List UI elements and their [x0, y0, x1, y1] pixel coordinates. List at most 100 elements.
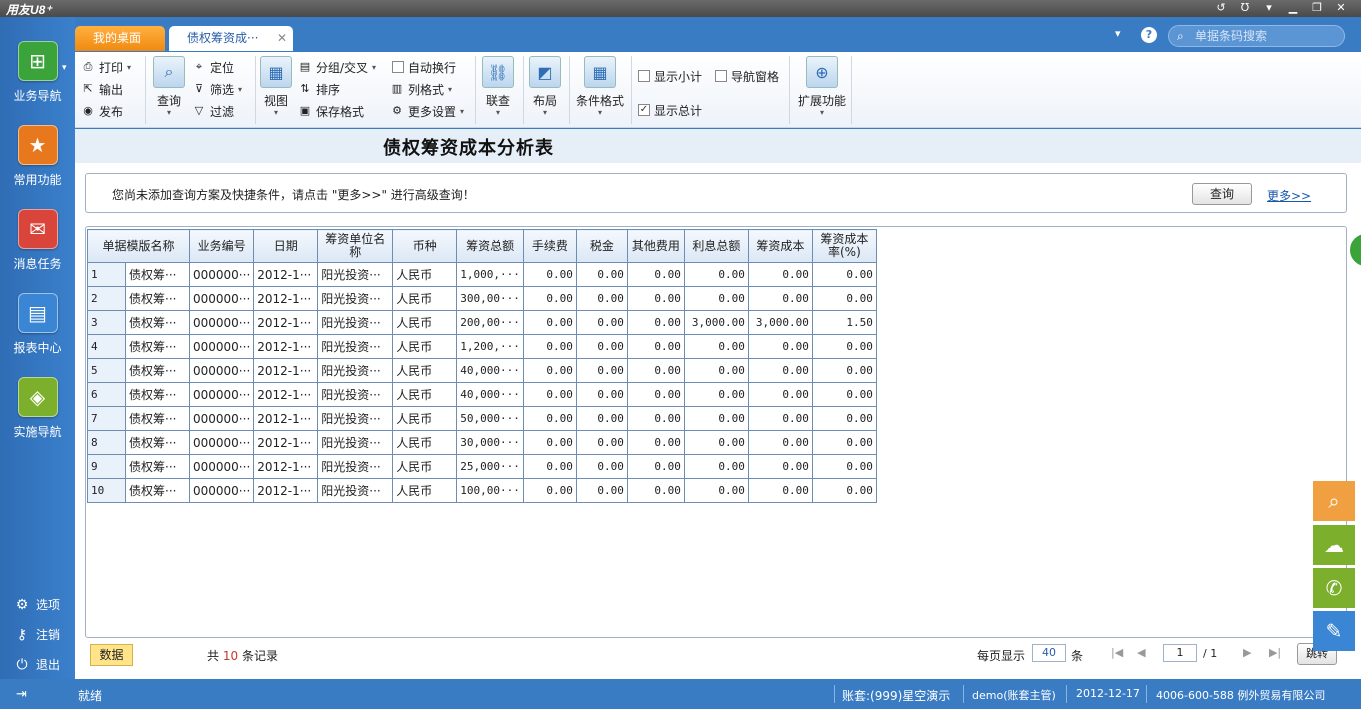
last-page-icon[interactable]: ▶| [1269, 646, 1281, 659]
conditional-format-button[interactable]: ▦ 条件格式 ▾ [573, 56, 627, 117]
table-cell[interactable]: 0.00 [626, 310, 685, 335]
table-cell[interactable]: 0.00 [811, 262, 877, 287]
table-cell[interactable]: 0.00 [747, 286, 813, 311]
restore-icon[interactable]: ❐ [1305, 1, 1329, 14]
chevron-down-icon[interactable]: ▾ [1115, 27, 1121, 40]
table-cell[interactable]: 0.00 [811, 430, 877, 455]
table-cell[interactable]: 0.00 [575, 478, 628, 503]
table-cell[interactable]: 0.00 [626, 382, 685, 407]
table-cell[interactable]: 0.00 [522, 286, 577, 311]
sift-button[interactable]: ▽ 过滤 [192, 101, 234, 121]
cloud-icon[interactable]: ☁ [1313, 525, 1355, 565]
checkbox-checked[interactable]: ✓ [638, 104, 650, 116]
table-cell[interactable]: 2012-1··· [253, 334, 319, 359]
table-cell[interactable]: 0.00 [522, 262, 577, 287]
table-cell[interactable]: 2012-1··· [253, 310, 319, 335]
table-cell[interactable]: 阳光投资··· [317, 382, 394, 407]
table-cell[interactable]: 0.00 [683, 334, 749, 359]
table-cell[interactable]: 0.00 [811, 382, 877, 407]
table-cell[interactable]: 0.00 [747, 358, 813, 383]
table-cell[interactable]: 债权筹··· [125, 478, 190, 503]
u8-icon[interactable]: Ʊ [1233, 1, 1257, 14]
help-icon[interactable]: ? [1141, 27, 1157, 43]
table-cell[interactable]: 2012-1··· [253, 382, 319, 407]
close-window-icon[interactable]: ✕ [1329, 1, 1353, 14]
column-header[interactable]: 税金 [575, 229, 628, 263]
table-cell[interactable]: 人民币 [392, 262, 458, 287]
chevron-down-icon[interactable]: ▾ [372, 63, 376, 72]
table-cell[interactable]: 000000··· [188, 382, 255, 407]
table-cell[interactable]: 0.00 [626, 286, 685, 311]
first-page-icon[interactable]: |◀ [1111, 646, 1123, 659]
show-subtotal-toggle[interactable]: 显示小计 [638, 66, 702, 86]
table-cell[interactable]: 0.00 [575, 382, 628, 407]
column-header[interactable]: 业务编号 [188, 229, 255, 263]
sidebar-item-messages[interactable]: ✉ 消息任务 [0, 209, 75, 272]
refresh-icon[interactable]: ↺ [1209, 1, 1233, 14]
collapse-icon[interactable]: ⇥ [16, 687, 27, 702]
table-cell[interactable]: 0.00 [626, 430, 685, 455]
table-cell[interactable]: 阳光投资··· [317, 358, 394, 383]
table-cell[interactable]: 0.00 [575, 310, 628, 335]
table-cell[interactable]: 阳光投资··· [317, 310, 394, 335]
menu-dropdown-icon[interactable]: ▾ [1257, 1, 1281, 14]
close-icon[interactable]: ✕ [277, 26, 287, 51]
table-cell[interactable]: 2012-1··· [253, 406, 319, 431]
table-cell[interactable]: 人民币 [392, 286, 458, 311]
table-cell[interactable]: 25,000··· [456, 454, 524, 479]
table-cell[interactable]: 0.00 [522, 454, 577, 479]
table-cell[interactable]: 0.00 [575, 406, 628, 431]
view-button[interactable]: ▦ 视图 ▾ [259, 56, 293, 117]
table-cell[interactable]: 0.00 [747, 406, 813, 431]
auto-wrap-toggle[interactable]: 自动换行 [392, 57, 456, 77]
table-cell[interactable]: 0.00 [575, 430, 628, 455]
column-header[interactable]: 筹资单位名称 [317, 229, 394, 263]
table-cell[interactable]: 人民币 [392, 454, 458, 479]
layout-button[interactable]: ◩ 布局 ▾ [527, 56, 563, 117]
minimize-icon[interactable]: ▁ [1281, 1, 1305, 14]
column-header[interactable]: 日期 [253, 229, 319, 263]
feedback-icon[interactable]: ✎ [1313, 611, 1355, 651]
table-cell[interactable]: 000000··· [188, 406, 255, 431]
checkbox[interactable] [638, 70, 650, 82]
column-header[interactable]: 手续费 [522, 229, 577, 263]
more-link[interactable]: 更多>> [1267, 187, 1311, 204]
table-cell[interactable]: 1,000,··· [456, 262, 524, 287]
table-cell[interactable]: 阳光投资··· [317, 430, 394, 455]
logout-button[interactable]: ⚷ 注销 [14, 626, 60, 643]
group-cross-button[interactable]: ▤ 分组/交叉 ▾ [298, 57, 376, 77]
table-cell[interactable]: 0.00 [522, 334, 577, 359]
table-cell[interactable]: 债权筹··· [125, 454, 190, 479]
table-cell[interactable]: 0.00 [522, 478, 577, 503]
chevron-down-icon[interactable]: ▾ [460, 107, 464, 116]
table-cell[interactable]: 0.00 [522, 406, 577, 431]
save-format-button[interactable]: ▣ 保存格式 [298, 101, 364, 121]
table-cell[interactable]: 阳光投资··· [317, 262, 394, 287]
table-cell[interactable]: 0.00 [811, 358, 877, 383]
table-cell[interactable]: 阳光投资··· [317, 286, 394, 311]
table-cell[interactable]: 100,00··· [456, 478, 524, 503]
search-icon[interactable]: ⌕ [1313, 481, 1355, 521]
table-cell[interactable]: 人民币 [392, 310, 458, 335]
options-button[interactable]: ⚙ 选项 [14, 596, 60, 613]
table-cell[interactable]: 人民币 [392, 358, 458, 383]
table-cell[interactable]: 人民币 [392, 382, 458, 407]
column-header[interactable]: 筹资成本 [747, 229, 813, 263]
table-row[interactable]: 1 债权筹··· 000000··· 2012-1··· 阳光投资··· 人民币 1,000… [87, 262, 877, 287]
table-cell[interactable]: 2012-1··· [253, 358, 319, 383]
table-cell[interactable]: 0.00 [747, 382, 813, 407]
table-row[interactable]: 2 债权筹··· 000000··· 2012-1··· 阳光投资··· 人民币 300,0… [87, 286, 877, 311]
table-cell[interactable]: 0.00 [747, 262, 813, 287]
search-input[interactable]: ⌕ 单据条码搜索 [1168, 25, 1345, 47]
table-cell[interactable]: 0.00 [626, 358, 685, 383]
table-cell[interactable]: 0.00 [522, 358, 577, 383]
table-cell[interactable]: 人民币 [392, 406, 458, 431]
prev-page-icon[interactable]: ◀ [1137, 646, 1145, 659]
column-header[interactable]: 筹资总额 [456, 229, 524, 263]
table-cell[interactable]: 2012-1··· [253, 478, 319, 503]
extend-button[interactable]: ⊕ 扩展功能 ▾ [795, 56, 849, 117]
table-cell[interactable]: 债权筹··· [125, 286, 190, 311]
table-cell[interactable]: 0.00 [683, 478, 749, 503]
table-cell[interactable]: 0.00 [575, 454, 628, 479]
export-button[interactable]: ⇱ 输出 [81, 79, 123, 99]
